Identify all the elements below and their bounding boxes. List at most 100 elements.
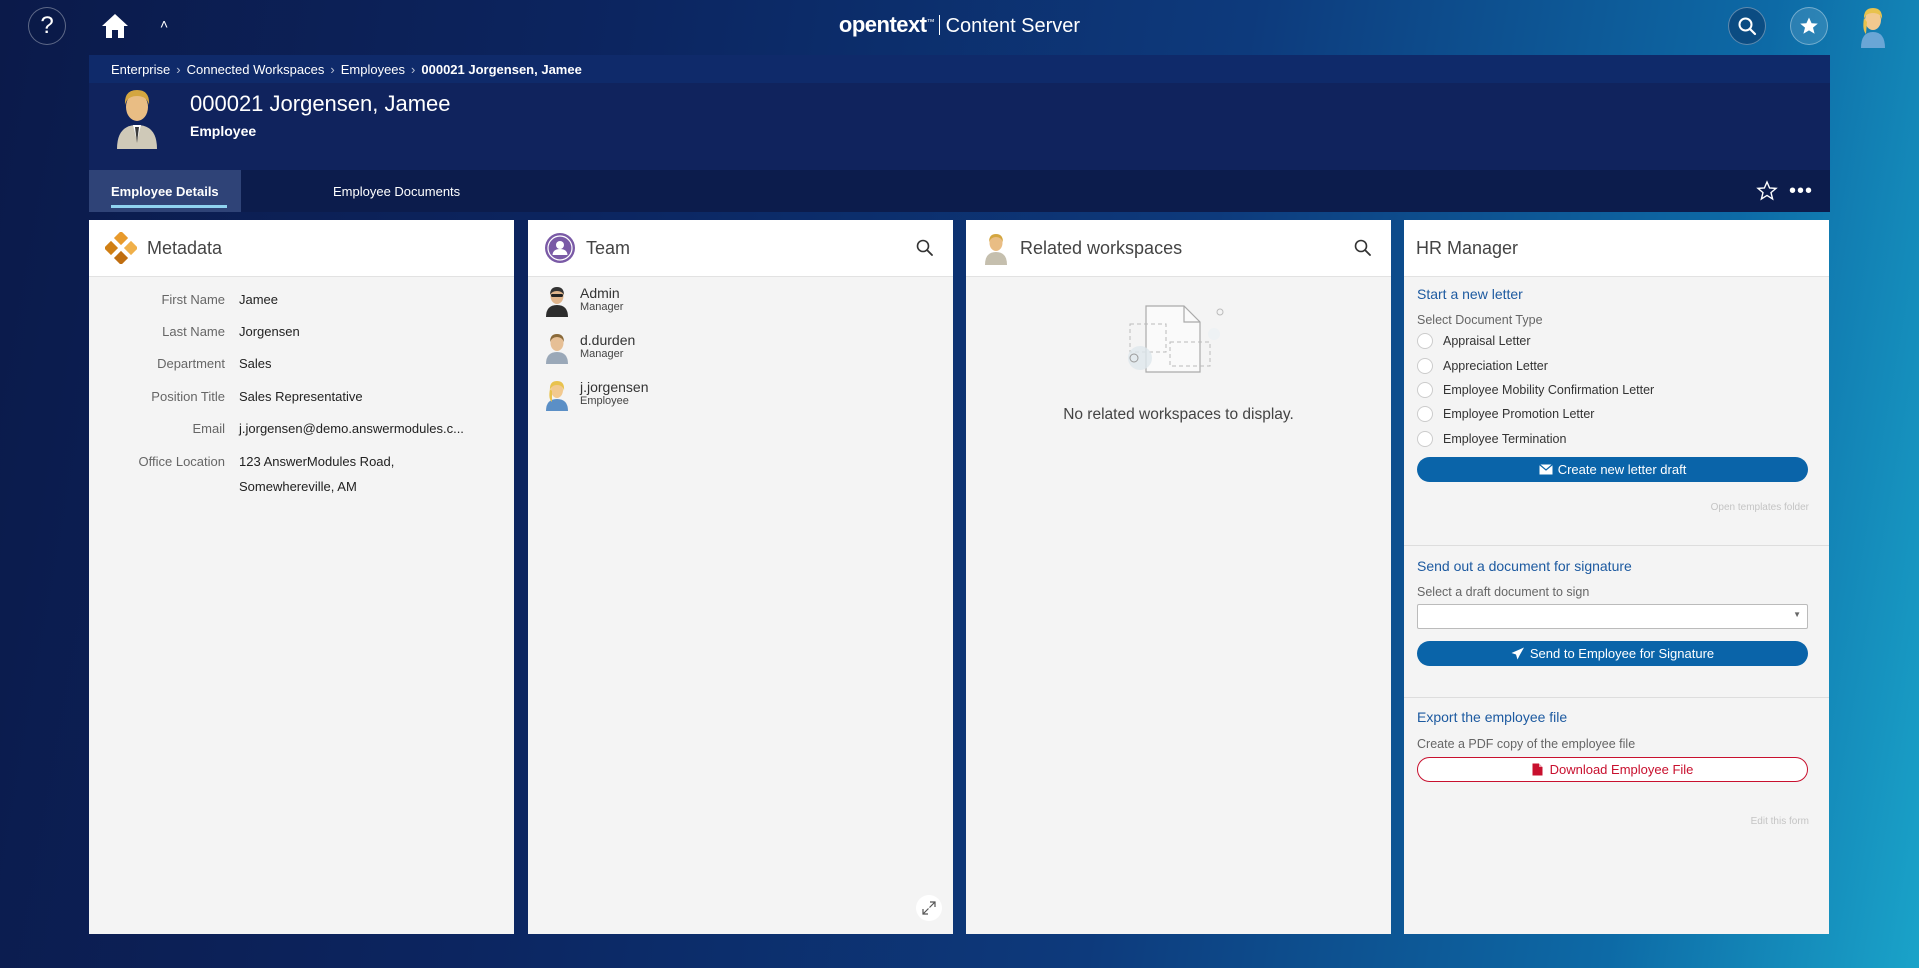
edit-form-link[interactable]: Edit this form [1404,816,1829,827]
team-member-admin[interactable]: Admin Manager [528,285,953,332]
radio-button[interactable] [1417,406,1433,423]
field-label: Department [157,356,225,371]
favorite-workspace-button[interactable] [1756,180,1778,202]
global-search-button[interactable] [1728,7,1766,45]
hr-section-divider [1404,545,1829,546]
metadata-row-email: Email j.jorgensen@demo.answermodules.c..… [89,416,514,449]
create-letter-draft-button[interactable]: Create new letter draft [1417,456,1808,482]
radio-button[interactable] [1417,357,1433,374]
team-member-j-jorgensen[interactable]: j.jorgensen Employee [528,379,953,426]
export-section-title: Export the employee file [1417,709,1568,725]
product-name: Content Server [945,15,1081,37]
tab-bar: Employee Details Employee Documents ••• [89,170,1830,212]
user-avatar-icon [546,287,568,317]
favorites-button[interactable] [1790,7,1828,45]
breadcrumb-item-connected-workspaces[interactable]: Connected Workspaces [187,62,325,77]
hr-manager-tile: HR Manager Start a new letter Select Doc… [1404,220,1829,934]
export-section: Export the employee file Create a PDF co… [1404,709,1829,827]
field-value[interactable]: j.jorgensen@demo.answermodules.c... [239,416,479,449]
breadcrumb-item-enterprise[interactable]: Enterprise [111,62,170,77]
radio-label: Employee Mobility Confirmation Letter [1443,382,1655,397]
team-member-name: d.durden [580,332,636,348]
metadata-tile-header: Metadata [89,220,514,277]
dropdown-arrow-icon: ▼ [1793,610,1801,619]
team-member-d-durden[interactable]: d.durden Manager [528,332,953,379]
field-value[interactable]: Sales [239,351,479,384]
radio-option-promotion-letter[interactable]: Employee Promotion Letter [1417,402,1829,426]
search-icon [916,239,933,256]
related-empty-text: No related workspaces to display. [1063,406,1294,423]
metadata-row-department: Department Sales [89,351,514,384]
radio-button[interactable] [1417,430,1433,447]
related-tile-header: Related workspaces [966,220,1391,277]
metadata-row-office-location: Office Location 123 AnswerModules Road, … [89,449,514,501]
metadata-tile: Metadata First Name Jamee Last Name Jorg… [89,220,514,934]
breadcrumb-separator-icon: › [330,61,335,77]
brand-divider [938,15,940,35]
team-member-role: Employee [580,395,629,407]
download-employee-file-label: Download Employee File [1549,762,1694,777]
field-value[interactable]: Jorgensen [239,319,479,351]
radio-option-appreciation-letter[interactable]: Appreciation Letter [1417,353,1829,377]
send-for-signature-label: Send to Employee for Signature [1529,646,1715,661]
metadata-row-last-name: Last Name Jorgensen [89,319,514,351]
star-icon [1800,17,1818,34]
letter-section: Start a new letter Select Document Type … [1404,286,1829,513]
star-outline-icon [1756,180,1778,201]
download-employee-file-button[interactable]: Download Employee File [1417,757,1808,782]
team-member-name: Admin [580,285,620,301]
field-value[interactable]: Sales Representative [239,384,479,416]
send-for-signature-button[interactable]: Send to Employee for Signature [1417,641,1808,666]
radio-button[interactable] [1417,381,1433,398]
expand-icon [922,901,936,915]
employee-icon [117,90,157,149]
hr-section-divider [1404,697,1829,698]
field-label: Position Title [151,389,225,404]
team-search-button[interactable] [915,238,935,258]
opentext-logo: opentext [838,12,927,37]
send-icon [1511,647,1524,660]
breadcrumb-separator-icon: › [411,61,416,77]
team-tile-title: Team [586,237,631,258]
signature-section: Send out a document for signature Select… [1404,558,1829,666]
hr-tile-header: HR Manager [1404,220,1829,277]
draft-document-select[interactable]: ▼ [1417,604,1808,629]
breadcrumb-item-employees[interactable]: Employees [341,62,405,77]
tab-employee-details[interactable]: Employee Details [89,170,241,212]
top-bar: ? ˄ opentext™ Content Server [0,0,1919,52]
team-icon [545,233,575,263]
team-member-name: j.jorgensen [580,379,649,395]
field-value[interactable]: Jamee [239,287,479,319]
user-avatar-icon [546,381,568,411]
workspace-title: 000021 Jorgensen, Jamee [190,91,451,116]
field-value[interactable]: 123 AnswerModules Road, Somewhereville, … [239,449,409,501]
empty-document-icon [1128,305,1224,373]
user-avatar-icon [546,334,568,364]
radio-button[interactable] [1417,333,1433,350]
radio-option-mobility-confirmation-letter[interactable]: Employee Mobility Confirmation Letter [1417,378,1829,402]
more-actions-button[interactable]: ••• [1789,180,1813,203]
expand-team-button[interactable] [916,895,942,921]
related-search-button[interactable] [1353,238,1373,258]
export-description: Create a PDF copy of the employee file [1417,737,1636,751]
metadata-row-position-title: Position Title Sales Representative [89,384,514,416]
radio-option-appraisal-letter[interactable]: Appraisal Letter [1417,329,1829,353]
breadcrumb-separator-icon: › [176,61,181,77]
select-document-type-label: Select Document Type [1417,313,1543,327]
signature-section-title: Send out a document for signature [1417,558,1632,574]
related-workspaces-tile: Related workspaces No related workspaces… [966,220,1391,934]
workspace-header: Enterprise › Connected Workspaces › Empl… [89,55,1830,170]
field-label: Email [192,421,225,436]
open-templates-folder-link[interactable]: Open templates folder [1404,502,1829,513]
radio-option-employee-termination[interactable]: Employee Termination [1417,427,1829,451]
letter-type-radio-group: Appraisal Letter Appreciation Letter Emp… [1404,329,1829,451]
radio-label: Employee Promotion Letter [1443,407,1595,422]
field-label: Office Location [138,454,225,469]
user-profile-icon [1861,8,1885,48]
metadata-fields: First Name Jamee Last Name Jorgensen Dep… [89,277,514,501]
workspace-avatar [113,85,161,149]
user-avatar[interactable] [1855,4,1891,48]
tab-employee-documents[interactable]: Employee Documents [311,170,482,212]
search-icon [1354,239,1371,256]
hr-tile-title: HR Manager [1416,237,1519,258]
